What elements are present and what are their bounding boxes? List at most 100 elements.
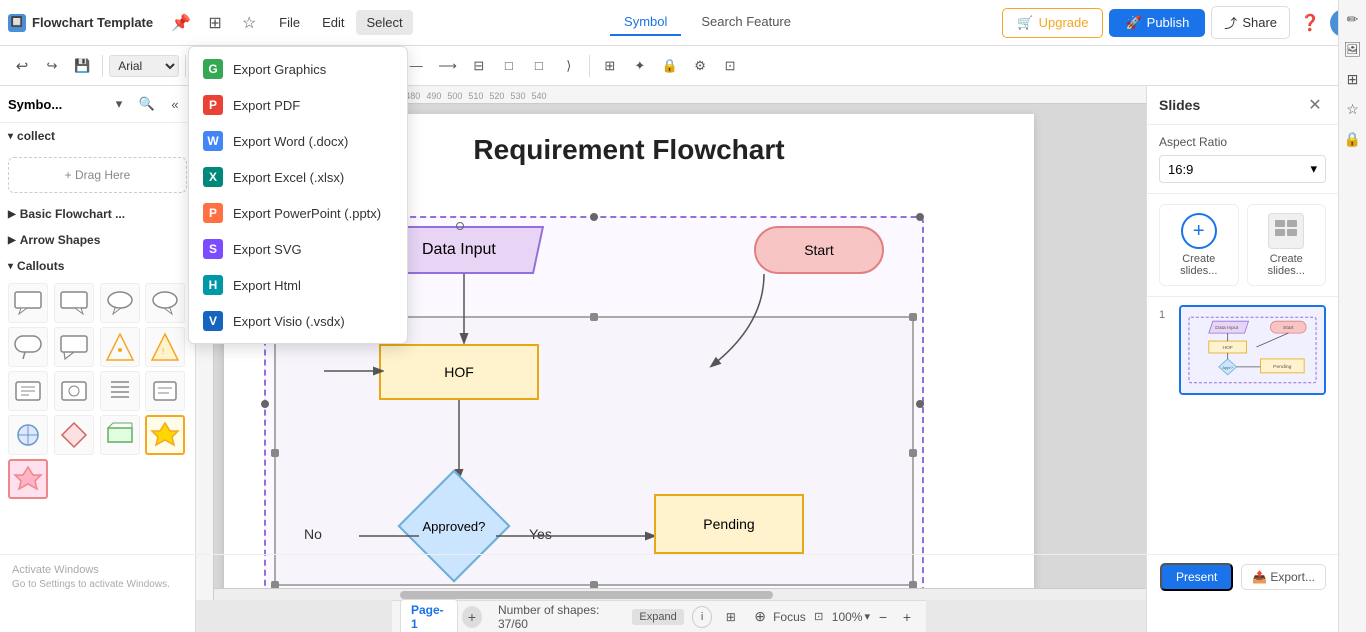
export-svg-item[interactable]: S Export SVG [189,231,407,267]
grid-button[interactable]: ⊞ [596,52,624,80]
rect-button[interactable]: □ [495,52,523,80]
drag-here-area[interactable]: + Drag Here [0,149,195,201]
sidebar-search-icon[interactable]: 🔍 [135,92,159,116]
create-slides-button-1[interactable]: + Create slides... [1159,204,1239,286]
handle-mr[interactable] [916,400,924,408]
export-html-item[interactable]: H Export Html [189,267,407,303]
layers-icon[interactable]: ⊞ [1342,68,1364,90]
sidebar-collapse-icon[interactable]: « [163,92,187,116]
font-family-select[interactable]: Arial Times New Roman Verdana [109,55,179,77]
page-tab-1[interactable]: Page-1 [400,599,458,632]
hof-shape[interactable]: HOF [379,344,539,400]
lock-sidebar-icon[interactable]: 🔒 [1342,128,1364,150]
shape-item-pink[interactable] [8,459,48,499]
sidebar-dropdown-icon[interactable]: ▾ [107,92,131,116]
shape-item-yellow[interactable] [145,415,185,455]
inner-handle-tr[interactable] [909,313,917,321]
undo-button[interactable]: ↩ [8,52,36,80]
export-excel-item[interactable]: X Export Excel (.xlsx) [189,159,407,195]
shape-item[interactable] [54,371,94,411]
info-button[interactable]: i [692,606,713,628]
handle-ml[interactable] [261,400,269,408]
shape-item[interactable] [54,327,94,367]
slides-create-section: + Create slides... Create slides... [1147,194,1338,297]
arrow-to-pending [496,526,656,546]
arrow-button[interactable]: ⟶ [432,52,463,80]
export-graphics-item[interactable]: G Export Graphics [189,51,407,87]
export-button[interactable]: 📤 Export... [1241,564,1326,590]
focus-button[interactable]: ⊕ [749,606,771,628]
star-sidebar-icon[interactable]: ☆ [1342,98,1364,120]
tab-symbol[interactable]: Symbol [610,9,681,36]
shape-item[interactable] [145,371,185,411]
fit-button[interactable]: ⊡ [808,606,830,628]
conn-top[interactable] [456,222,464,230]
handle-tr[interactable] [916,213,924,221]
section-collect-header[interactable]: ▾ collect [0,123,195,149]
layers-button[interactable]: ⊞ [720,606,741,628]
shape-item[interactable] [54,283,94,323]
lock-button[interactable]: 🔒 [656,52,684,80]
zoom-out-button[interactable]: − [872,606,894,628]
shape-item[interactable] [100,327,140,367]
zoom-dropdown[interactable]: ▾ [864,610,870,623]
export-word-item[interactable]: W Export Word (.docx) [189,123,407,159]
handle-tc[interactable] [590,213,598,221]
save-button[interactable]: 💾 [68,52,96,80]
tab-search-feature[interactable]: Search Feature [687,9,805,36]
create-slides-button-2[interactable]: Create slides... [1247,204,1327,286]
slide-item-1: 1 Start [1159,305,1326,395]
section-callouts-arrow: ▾ [8,261,13,272]
new-window-icon[interactable]: ⊞ [201,9,229,37]
section-basic-flowchart-header[interactable]: ▶ Basic Flowchart ... [0,201,195,227]
edit-icon[interactable]: ✏ [1342,8,1364,30]
shape-item[interactable] [8,327,48,367]
menu-select[interactable]: Select [356,10,412,35]
shape-item[interactable] [145,283,185,323]
export-ppt-item[interactable]: P Export PowerPoint (.pptx) [189,195,407,231]
pending-shape[interactable]: Pending [654,494,804,554]
close-sidebar-button[interactable]: ✕ [1304,94,1326,116]
menu-file[interactable]: File [269,10,310,35]
svg-text:Pending: Pending [1273,364,1291,370]
shape-item[interactable] [100,283,140,323]
shape-item[interactable] [54,415,94,455]
zoom-in-button[interactable]: + [896,606,918,628]
pin-icon[interactable]: 📌 [167,9,195,37]
settings-button[interactable]: ⚙ [686,52,714,80]
rect2-button[interactable]: □ [525,52,553,80]
shape-item[interactable] [8,371,48,411]
redo-button[interactable]: ↪ [38,52,66,80]
share-button[interactable]: ⤴ Share [1211,6,1290,39]
thumbnail-button[interactable]: ⊡ [716,52,744,80]
start-shape[interactable]: Start [754,226,884,274]
section-callouts-header[interactable]: ▾ Callouts [0,253,195,279]
help-icon[interactable]: ❓ [1296,9,1324,37]
table-button[interactable]: ⊟ [465,52,493,80]
add-page-button[interactable]: + [462,606,482,628]
inner-handle-ml[interactable] [271,449,279,457]
section-arrow-shapes-header[interactable]: ▶ Arrow Shapes [0,227,195,253]
shape-item[interactable] [100,415,140,455]
shape-item[interactable] [8,415,48,455]
star-icon[interactable]: ☆ [235,9,263,37]
drag-here-box[interactable]: + Drag Here [8,157,187,193]
expand-button[interactable]: Expand [632,609,683,625]
magic-button[interactable]: ✦ [626,52,654,80]
inner-handle-tc[interactable] [590,313,598,321]
shape-item[interactable] [8,283,48,323]
upgrade-button[interactable]: 🛒 Upgrade [1002,8,1103,38]
shape-item[interactable]: ! [145,327,185,367]
aspect-ratio-select[interactable]: 16:9 ▾ [1159,155,1326,183]
inner-handle-mr[interactable] [909,449,917,457]
more-button[interactable]: ⟩ [555,52,583,80]
image-icon[interactable]: 🖼 [1342,38,1364,60]
publish-button[interactable]: 🚀 Publish [1109,9,1205,37]
slide-thumbnail-1[interactable]: Start Data Input HOF Appr? [1179,305,1326,395]
shape-item[interactable] [100,371,140,411]
present-button[interactable]: Present [1160,563,1233,591]
menu-edit[interactable]: Edit [312,10,354,35]
app-logo-icon: 🔲 [8,14,26,32]
export-pdf-item[interactable]: P Export PDF [189,87,407,123]
export-visio-item[interactable]: V Export Visio (.vsdx) [189,303,407,339]
